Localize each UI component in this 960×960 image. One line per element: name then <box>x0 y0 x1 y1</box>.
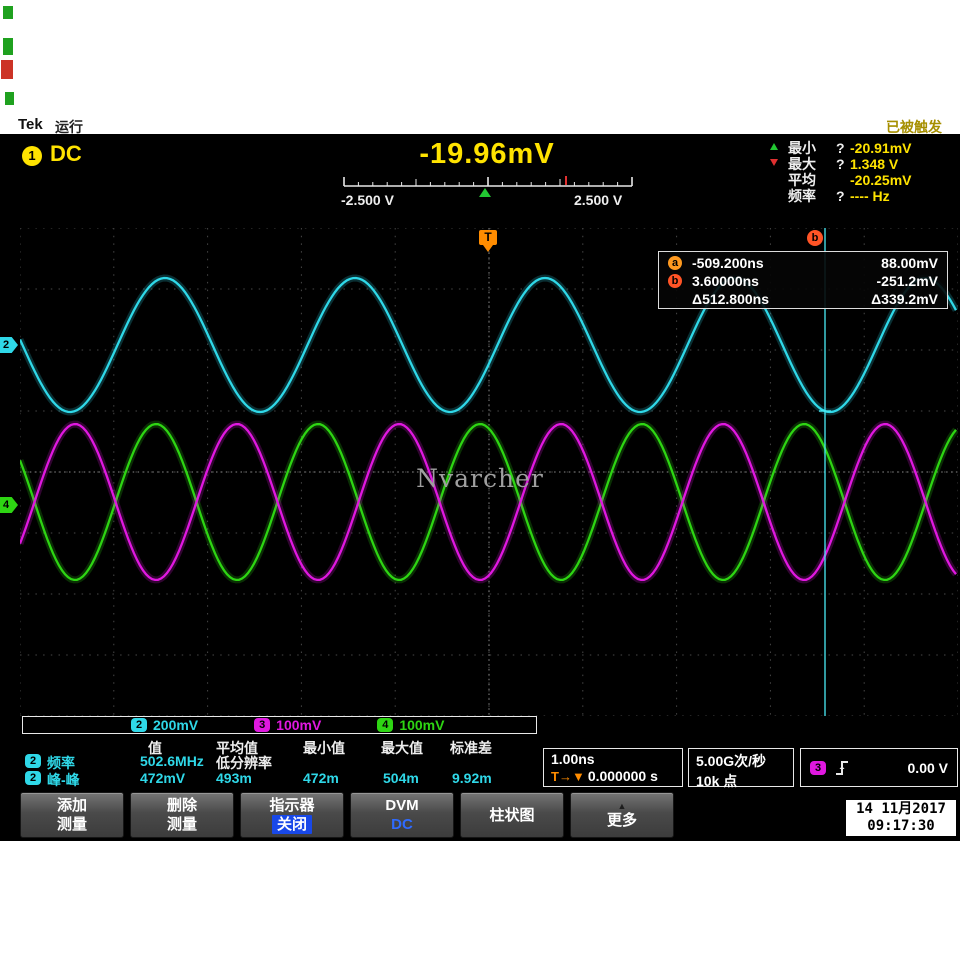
cursor-b-volt: -251.2mV <box>877 273 938 289</box>
dvm-reading: -19.96mV <box>387 138 587 171</box>
datetime-box: 14 11月2017 09:17:30 <box>845 799 957 837</box>
trigger-level: 0.00 V <box>908 760 948 776</box>
rising-edge-icon <box>835 759 849 777</box>
cursor-b-badge: b <box>668 274 682 288</box>
menu-button-histogram[interactable]: 柱状图 <box>460 792 564 838</box>
dvm-scale-max-label: 2.500 V <box>574 192 622 208</box>
horizontal-position: 0.000000 s <box>588 768 658 784</box>
cursor-a-volt: 88.00mV <box>881 255 938 271</box>
trigger-source-badge: 3 <box>810 761 826 775</box>
photo-artifact <box>5 92 14 105</box>
time-label: 09:17:30 <box>846 818 956 835</box>
channel-4-badge: 4 <box>377 718 393 732</box>
horizontal-readout: 1.00ns T→▼ 0.000000 s <box>543 748 683 787</box>
cursor-readout: a -509.200ns 88.00mV b 3.60000ns -251.2m… <box>658 251 948 309</box>
record-length: 10k 点 <box>696 771 786 791</box>
status-bar: Tek 运行 已被触发 <box>0 116 960 134</box>
measure-row2-std: 9.92m <box>452 770 492 786</box>
photo-artifact <box>1 60 13 79</box>
dvm-stat-freq: 频率 ? ---- Hz <box>788 188 911 204</box>
measure-header-min: 最小值 <box>303 738 345 758</box>
date-label: 14 11月2017 <box>846 801 956 818</box>
cursor-a-row: a -509.200ns 88.00mV <box>659 254 947 272</box>
max-arrow-icon <box>770 159 778 166</box>
measure-row2-value: 472mV <box>140 770 185 786</box>
min-arrow-icon <box>770 143 778 150</box>
cursor-delta-row: Δ512.800ns Δ339.2mV <box>659 290 947 308</box>
photo-artifact <box>3 6 13 19</box>
menu-button-add-measurement[interactable]: 添加 测量 <box>20 792 124 838</box>
sample-rate: 5.00G次/秒 <box>696 751 786 771</box>
measure-header-std: 标准差 <box>450 738 492 758</box>
measure-row2-name: 峰-峰 <box>47 770 80 790</box>
channel-2-ground-marker: 2 <box>0 337 18 353</box>
trigger-position-marker: T <box>479 230 497 245</box>
cursor-delta-volt: Δ339.2mV <box>871 291 938 307</box>
channel-2-volts-per-div: 200mV <box>153 717 198 733</box>
dvm-scale-min-label: -2.500 V <box>341 192 394 208</box>
menu-button-dvm[interactable]: DVM DC <box>350 792 454 838</box>
cursor-delta-spacer <box>668 292 682 306</box>
menu-button-indicators[interactable]: 指示器 关闭 <box>240 792 344 838</box>
oscilloscope-screenshot: Tek 运行 已被触发 1 DC -19.96mV -2.500 V 2.500… <box>0 0 960 960</box>
channel-4-volts-per-div: 100mV <box>399 717 444 733</box>
trigger-readout: 3 0.00 V <box>800 748 958 787</box>
dvm-scale-min-marker-icon <box>479 188 491 197</box>
trigger-position-icon: T→▼ <box>551 769 585 784</box>
channel-4-scale: 4 100mV <box>377 717 444 733</box>
measure-row2-channel-badge: 2 <box>25 771 41 785</box>
cursor-b-row: b 3.60000ns -251.2mV <box>659 272 947 290</box>
dvm-statistics: 最小 ? -20.91mV 最大 ? 1.348 V 平均 -20.25mV 频… <box>788 140 911 204</box>
channel-3-volts-per-div: 100mV <box>276 717 321 733</box>
menu-button-more[interactable]: ▲ 更多 <box>570 792 674 838</box>
photo-artifact <box>3 38 13 55</box>
measure-header-max: 最大值 <box>381 738 423 758</box>
measure-row2-min: 472m <box>303 770 339 786</box>
more-arrow-icon: ▲ <box>618 801 627 811</box>
cursor-delta-time: Δ512.800ns <box>692 291 871 307</box>
dvm-scale-max-marker-icon <box>565 176 567 185</box>
horizontal-scale: 1.00ns <box>551 751 675 767</box>
channel-3-scale: 3 100mV <box>254 717 321 733</box>
cursor-a-badge: a <box>668 256 682 270</box>
channel-2-badge: 2 <box>131 718 147 732</box>
menu-button-delete-measurement[interactable]: 删除 测量 <box>130 792 234 838</box>
channel-3-badge: 3 <box>254 718 270 732</box>
scope-display: 1 DC -19.96mV -2.500 V 2.500 V 最小 ? -20.… <box>0 134 960 841</box>
cursor-b-time: 3.60000ns <box>692 273 877 289</box>
trigger-arrow-icon <box>483 245 493 252</box>
measure-row2-max: 504m <box>383 770 419 786</box>
cursor-b-marker: b <box>807 230 823 246</box>
dvm-mode-label: DC <box>50 141 82 167</box>
watermark: Nvarcher <box>400 464 560 493</box>
measure-row1-channel-badge: 2 <box>25 754 41 768</box>
dvm-channel-badge: 1 <box>22 146 42 166</box>
tek-logo: Tek <box>18 116 43 133</box>
channel-4-ground-marker: 4 <box>0 497 18 513</box>
channel-2-scale: 2 200mV <box>131 717 198 733</box>
measure-row1-value: 502.6MHz <box>140 753 204 769</box>
cursor-a-time: -509.200ns <box>692 255 881 271</box>
measure-row2-mean: 493m <box>216 770 252 786</box>
acquisition-readout: 5.00G次/秒 10k 点 <box>688 748 794 787</box>
channel-scale-bar: 2 200mV 3 100mV 4 100mV <box>22 716 537 734</box>
